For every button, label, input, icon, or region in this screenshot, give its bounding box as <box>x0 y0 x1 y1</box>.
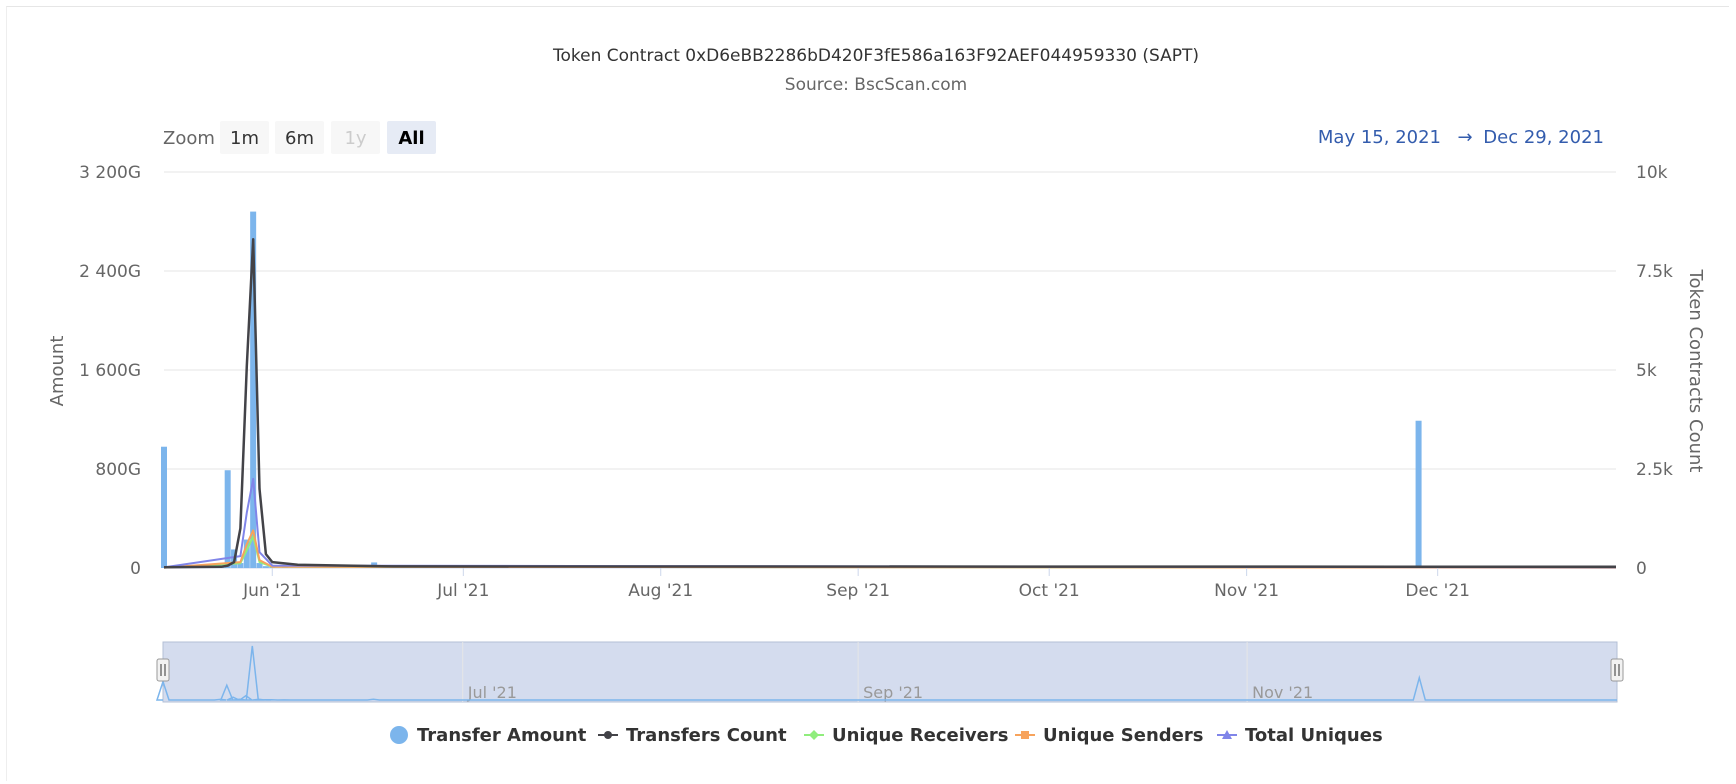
y-right-tick-label: 7.5k <box>1636 262 1673 282</box>
navigator-tick-label: Sep '21 <box>863 683 923 702</box>
y-left-tick-label: 0 <box>130 559 141 579</box>
x-tick-label: Nov '21 <box>1214 581 1279 601</box>
transfer-amount-bar <box>262 566 269 568</box>
transfer-amount-bar <box>161 446 167 568</box>
y-left-tick-label: 3 200G <box>79 163 141 183</box>
unique-senders-line <box>163 529 1617 569</box>
legend-label: Transfers Count <box>626 725 787 746</box>
transfers-count-line <box>163 238 1617 569</box>
y-axis-left: 0 800G 1 600G 2 400G 3 200G <box>79 163 141 579</box>
legend-marker <box>809 730 819 740</box>
legend-item-transfer-amount[interactable]: Transfer Amount <box>390 725 587 746</box>
legend: Transfer Amount Transfers Count Unique Rec… <box>390 725 1383 746</box>
y-right-tick-label: 2.5k <box>1636 460 1673 480</box>
legend-marker <box>1021 731 1029 739</box>
zoom-button-1m[interactable]: 1m <box>220 121 269 154</box>
x-tick-label: Jun '21 <box>242 581 301 601</box>
legend-item-transfers-count[interactable]: Transfers Count <box>598 725 787 746</box>
navigator[interactable]: Jul '21 Sep '21 Nov '21 <box>155 641 1624 703</box>
handle-body[interactable] <box>1610 658 1624 682</box>
series-lines <box>163 238 1617 569</box>
y-left-tick-label: 2 400G <box>79 262 141 282</box>
y-left-tick-label: 800G <box>95 460 141 480</box>
y-axis-right-title: Token Contracts Count <box>1685 269 1706 473</box>
x-axis: Jun '21 Jul '21 Aug '21 Sep '21 Oct '21 Nov '… <box>242 568 1470 601</box>
handle-body[interactable] <box>156 658 170 682</box>
zoom-button-1y[interactable]: 1y <box>331 121 380 154</box>
legend-label: Total Uniques <box>1245 725 1383 746</box>
legend-marker <box>604 731 612 739</box>
date-range: May 15, 2021 → Dec 29, 2021 <box>1318 127 1604 148</box>
x-tick-label: Aug '21 <box>628 581 693 601</box>
legend-label: Transfer Amount <box>417 725 587 746</box>
y-right-tick-label: 0 <box>1636 559 1647 579</box>
transfer-amount-bar <box>224 470 231 568</box>
zoom-label: Zoom <box>163 128 215 149</box>
y-right-tick-label: 10k <box>1636 163 1668 183</box>
zoom-button-6m-label: 6m <box>285 128 314 149</box>
legend-item-unique-receivers[interactable]: Unique Receivers <box>804 725 1008 746</box>
x-tick-label: Dec '21 <box>1405 581 1470 601</box>
legend-item-unique-senders[interactable]: Unique Senders <box>1015 725 1203 746</box>
transfer-amount-bar <box>1415 420 1422 568</box>
transfer-amount-bars <box>161 211 1422 568</box>
navigator-tick-label: Nov '21 <box>1252 683 1313 702</box>
zoom-button-6m[interactable]: 6m <box>275 121 324 154</box>
zoom-button-all-label: All <box>398 128 424 149</box>
range-from-input[interactable]: May 15, 2021 <box>1318 127 1441 148</box>
zoom-button-all[interactable]: All <box>387 121 436 154</box>
y-axis-right: 0 2.5k 5k 7.5k 10k <box>1636 163 1673 579</box>
navigator-left-handle[interactable] <box>156 658 170 682</box>
zoom-button-1y-label: 1y <box>344 128 366 149</box>
legend-label: Unique Senders <box>1043 725 1203 746</box>
legend-label: Unique Receivers <box>832 725 1008 746</box>
range-selector: Zoom 1m 6m 1y All <box>163 121 436 154</box>
legend-marker <box>390 726 408 744</box>
y-right-tick-label: 5k <box>1636 361 1657 381</box>
x-tick-label: Sep '21 <box>826 581 890 601</box>
navigator-right-handle[interactable] <box>1610 658 1624 682</box>
x-tick-label: Oct '21 <box>1019 581 1080 601</box>
legend-item-total-uniques[interactable]: Total Uniques <box>1217 725 1383 746</box>
range-to-input[interactable]: Dec 29, 2021 <box>1483 127 1604 148</box>
highstock-chart: Token Contract 0xD6eBB2286bD420F3fE586a1… <box>47 46 1706 746</box>
navigator-tick-label: Jul '21 <box>467 683 517 702</box>
range-arrow: → <box>1457 127 1472 148</box>
x-tick-label: Jul '21 <box>436 581 489 601</box>
zoom-button-1m-label: 1m <box>230 128 259 149</box>
total-uniques-line <box>163 477 1617 569</box>
y-axis-left-title: Amount <box>47 336 68 407</box>
grid-lines <box>164 171 1616 569</box>
chart-title: Token Contract 0xD6eBB2286bD420F3fE586a1… <box>552 46 1199 66</box>
chart-subtitle: Source: BscScan.com <box>785 75 967 95</box>
y-left-tick-label: 1 600G <box>79 361 141 381</box>
unique-receivers-line <box>163 535 1617 569</box>
